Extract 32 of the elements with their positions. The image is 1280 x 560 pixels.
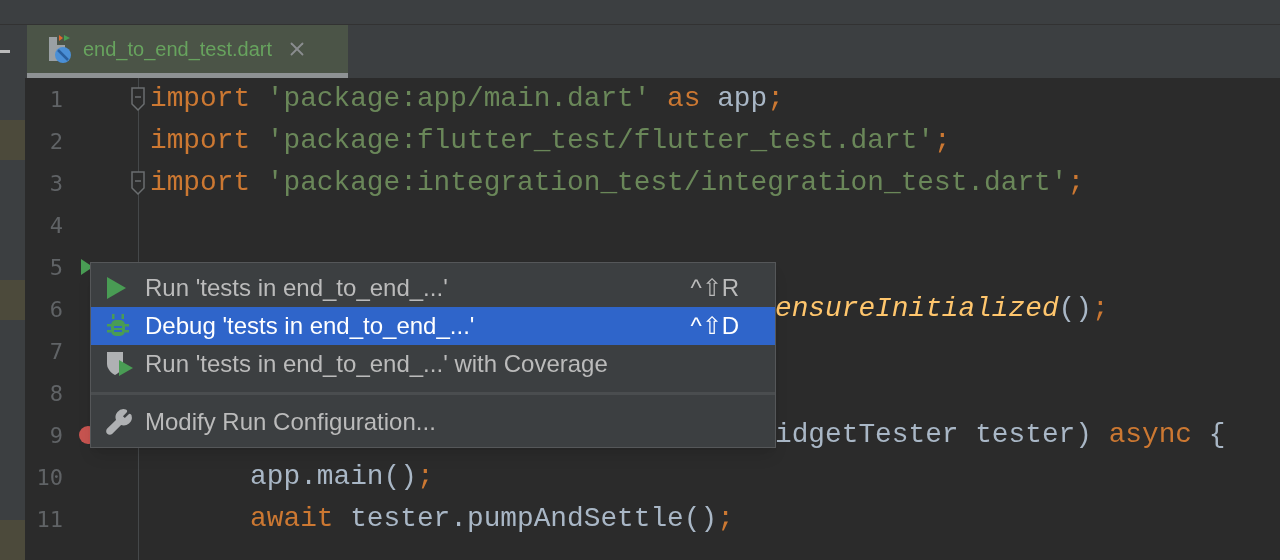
line-number: 5 [48, 253, 63, 282]
bug-icon [105, 313, 131, 339]
run-icon [105, 276, 127, 300]
fold-icon[interactable] [130, 86, 146, 112]
change-marker [0, 120, 25, 160]
code-line: app.main(); [249, 460, 434, 495]
line-number: 6 [48, 295, 63, 324]
line-number: 2 [48, 127, 63, 156]
code-line: import 'package:app/main.dart' as app; [150, 82, 784, 117]
change-marker [0, 280, 25, 320]
shield-run-icon [105, 350, 135, 378]
code-line: ensureInitialized(); [775, 292, 1109, 327]
menu-item[interactable]: Debug 'tests in end_to_end_...' ^⇧D [91, 307, 775, 345]
menu-item[interactable]: Run 'tests in end_to_end_...' with Coverage [91, 345, 775, 383]
code-line: await tester.pumpAndSettle(); [249, 502, 734, 537]
code-line: idgetTester tester) async { [775, 418, 1226, 453]
menu-item[interactable]: Run 'tests in end_to_end_...' ^⇧R [91, 269, 775, 307]
line-number: 11 [35, 505, 63, 534]
line-number: 4 [48, 211, 63, 240]
menu-item[interactable]: Modify Run Configuration... [91, 403, 775, 441]
error-icon[interactable] [78, 425, 90, 445]
line-number: 9 [48, 421, 63, 450]
line-number: 3 [48, 169, 63, 198]
line-number: 8 [48, 379, 63, 408]
code-line: import 'package:integration_test/integration_test.dart'; [150, 166, 1085, 201]
line-number: 10 [35, 463, 63, 492]
change-marker [0, 520, 25, 560]
wrench-icon [105, 408, 133, 436]
fold-icon[interactable] [130, 170, 146, 196]
line-number: 7 [48, 337, 63, 366]
code-line: import 'package:flutter_test/flutter_test.dart'; [150, 124, 951, 159]
line-number: 1 [48, 85, 63, 114]
